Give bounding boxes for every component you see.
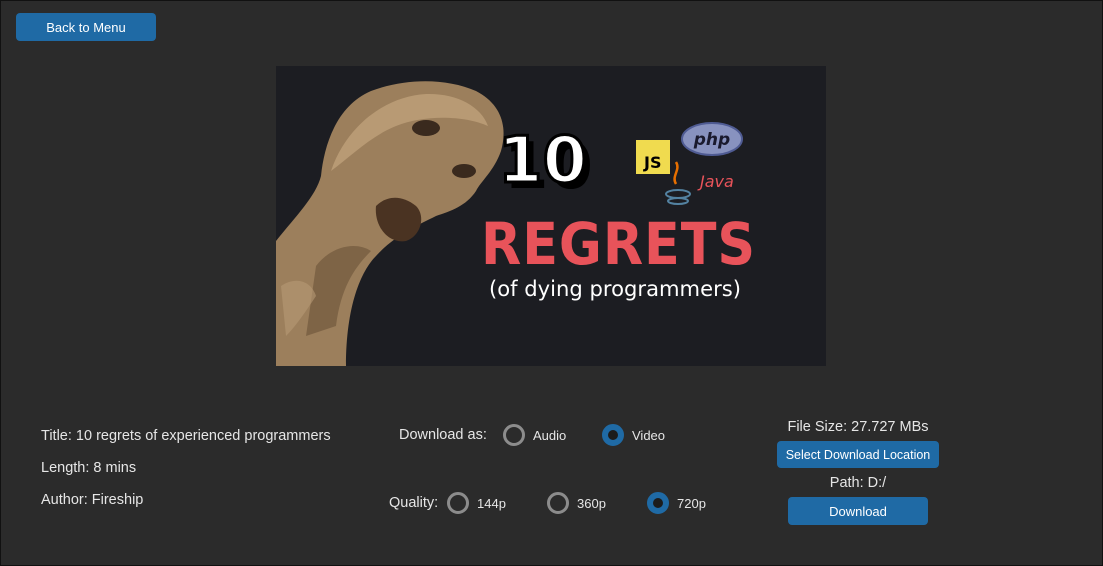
radio-video-indicator[interactable] [602, 424, 624, 446]
php-logo: php [681, 122, 743, 156]
thumbnail-headline: REGRETS [481, 210, 756, 278]
radio-360p[interactable]: 360p [547, 492, 606, 514]
video-title: Title: 10 regrets of experienced program… [41, 428, 331, 444]
number-ten-graphic: 10 10 [497, 123, 594, 205]
radio-144p-label: 144p [477, 495, 506, 511]
radio-360p-label: 360p [577, 495, 606, 511]
video-length: Length: 8 mins [41, 460, 137, 476]
svg-text:JS: JS [643, 153, 661, 172]
video-author: Author: Fireship [41, 492, 144, 508]
thumbnail-subtitle: (of dying programmers) [489, 277, 741, 301]
radio-audio-label: Audio [533, 427, 567, 443]
radio-video[interactable]: Video [602, 424, 665, 446]
radio-360p-indicator[interactable] [547, 492, 569, 514]
radio-720p-label: 720p [677, 495, 706, 511]
radio-audio[interactable]: Audio [503, 424, 566, 446]
radio-144p[interactable]: 144p [447, 492, 506, 514]
select-download-location-button[interactable]: Select Download Location [777, 441, 939, 468]
radio-video-label: Video [632, 427, 666, 443]
video-thumbnail: 10 10 JS php Java REGRETS (of dying prog… [276, 66, 826, 366]
download-as-label: Download as: [399, 427, 487, 443]
radio-144p-indicator[interactable] [447, 492, 469, 514]
quality-label: Quality: [389, 495, 439, 511]
svg-text:php: php [693, 130, 730, 150]
download-path-text: Path: D:/ [829, 475, 887, 491]
download-button[interactable]: Download [788, 497, 928, 525]
radio-720p-indicator[interactable] [647, 492, 669, 514]
radio-audio-indicator[interactable] [503, 424, 525, 446]
downloader-window: Back to Menu 10 10 JS php Java REGRETS (… [0, 0, 1103, 566]
thumbnail-art: 10 10 JS php Java REGRETS (of dying prog… [276, 66, 826, 366]
radio-720p[interactable]: 720p [647, 492, 706, 514]
file-size-text: File Size: 27.727 MBs [787, 419, 929, 435]
svg-text:10: 10 [498, 124, 587, 198]
back-to-menu-button[interactable]: Back to Menu [16, 13, 156, 41]
svg-text:Java: Java [697, 172, 734, 191]
js-logo: JS [636, 140, 670, 174]
